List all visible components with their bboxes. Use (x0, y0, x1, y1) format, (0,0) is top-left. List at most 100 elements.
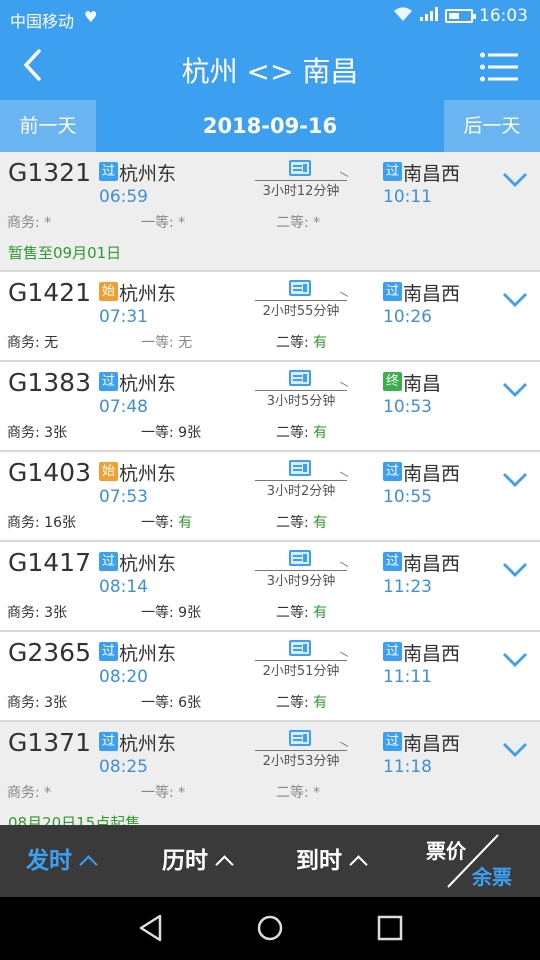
origin-type-badge: 过 (99, 162, 118, 181)
dest-station: 南昌西 (403, 163, 461, 185)
train-row[interactable]: G1417 过 杭州东 08:14 3小时9分钟 过 南昌西 11:23 商务:… (0, 542, 540, 632)
train-number: G1421 (8, 278, 91, 307)
home-circle-icon[interactable] (255, 913, 285, 943)
chevron-down-icon[interactable] (502, 376, 528, 402)
sort-remaining-button[interactable]: 余票 (472, 861, 512, 890)
train-row[interactable]: G1383 过 杭州东 07:48 3小时5分钟 终 南昌 10:53 商务: … (0, 362, 540, 452)
second-class-seat-info: 二等: 有 (276, 332, 327, 352)
chevron-down-icon[interactable] (502, 286, 528, 312)
second-class-seat-label: 二等: (276, 695, 314, 711)
clock: 16:03 (479, 6, 528, 26)
carrier-name: 中国移动 (10, 12, 75, 31)
business-seat-value: 3张 (44, 425, 68, 441)
first-class-seat-info: 一等: * (141, 212, 185, 232)
chevron-down-icon[interactable] (502, 466, 528, 492)
origin-station: 杭州东 (119, 553, 177, 575)
dest-station: 南昌西 (403, 283, 461, 305)
menu-list-icon[interactable] (480, 52, 518, 82)
sort-depart-button[interactable]: 发时 (26, 825, 98, 897)
first-class-seat-label: 一等: (141, 425, 179, 441)
business-seat-label: 商务: (7, 515, 45, 531)
business-seat-label: 商务: (7, 605, 45, 621)
arrive-time: 11:23 (383, 577, 432, 597)
depart-time: 08:25 (99, 757, 148, 777)
first-class-seat-value: * (178, 785, 186, 801)
next-day-button[interactable]: 后一天 (444, 100, 540, 152)
first-class-seat-label: 一等: (141, 785, 179, 801)
trip-duration: 3小时5分钟 (266, 394, 336, 409)
trip-duration: 3小时12分钟 (262, 184, 340, 199)
second-class-seat-info: 二等: 有 (276, 512, 327, 532)
business-seat-label: 商务: (7, 695, 45, 711)
train-number: G1417 (8, 548, 91, 577)
train-row[interactable]: G1321 过 杭州东 06:59 3小时12分钟 过 南昌西 10:11 商务… (0, 152, 540, 272)
sort-duration-button[interactable]: 历时 (162, 825, 234, 897)
arrive-time: 10:53 (383, 397, 432, 417)
chevron-down-icon[interactable] (502, 556, 528, 582)
train-info-icon (289, 640, 311, 656)
arrive-time: 11:18 (383, 757, 432, 777)
sale-notice: 暂售至09月01日 (8, 244, 122, 262)
dest-station: 南昌 (403, 373, 442, 395)
train-row[interactable]: G1371 过 杭州东 08:25 2小时53分钟 过 南昌西 11:18 商务… (0, 722, 540, 825)
train-info-icon (289, 370, 311, 386)
recents-square-icon[interactable] (375, 913, 405, 943)
chevron-up-icon (79, 855, 98, 874)
origin-station: 杭州东 (119, 283, 177, 305)
second-class-seat-value: * (313, 215, 321, 231)
dest-type-badge: 过 (383, 462, 402, 481)
second-class-seat-value: * (313, 785, 321, 801)
second-class-seat-info: 二等: * (276, 212, 320, 232)
chevron-down-icon[interactable] (502, 646, 528, 672)
dest-type-badge: 过 (383, 282, 402, 301)
sort-duration-label: 历时 (162, 848, 208, 874)
origin-type-badge: 过 (99, 732, 118, 751)
second-class-seat-label: 二等: (276, 335, 314, 351)
train-row[interactable]: G1421 始 杭州东 07:31 2小时55分钟 过 南昌西 10:26 商务… (0, 272, 540, 362)
dest-type-badge: 过 (383, 162, 402, 181)
trip-duration: 3小时9分钟 (266, 574, 336, 589)
dest-station: 南昌西 (403, 463, 461, 485)
depart-time: 07:31 (99, 307, 148, 327)
first-class-seat-info: 一等: 有 (141, 512, 192, 532)
chevron-up-icon (349, 855, 368, 874)
business-seat-label: 商务: (7, 215, 45, 231)
sale-notice: 08月20日15点起售 (8, 814, 141, 825)
train-row[interactable]: G1403 始 杭州东 07:53 3小时2分钟 过 南昌西 10:55 商务:… (0, 452, 540, 542)
first-class-seat-label: 一等: (141, 695, 179, 711)
depart-time: 08:14 (99, 577, 148, 597)
second-class-seat-label: 二等: (276, 785, 314, 801)
train-list[interactable]: G1321 过 杭州东 06:59 3小时12分钟 过 南昌西 10:11 商务… (0, 152, 540, 825)
business-seat-value: * (44, 215, 52, 231)
first-class-seat-label: 一等: (141, 605, 179, 621)
origin-type-badge: 过 (99, 642, 118, 661)
origin-station: 杭州东 (119, 643, 177, 665)
second-class-seat-label: 二等: (276, 425, 314, 441)
business-seat-value: * (44, 785, 52, 801)
second-class-seat-info: 二等: 有 (276, 422, 327, 442)
dest-type-badge: 过 (383, 732, 402, 751)
dest-station: 南昌西 (403, 733, 461, 755)
first-class-seat-info: 一等: * (141, 782, 185, 802)
signal-icon (419, 6, 439, 26)
prev-day-button[interactable]: 前一天 (0, 100, 96, 152)
date-bar: 前一天 2018-09-16 后一天 (0, 100, 540, 152)
train-row[interactable]: G2365 过 杭州东 08:20 2小时51分钟 过 南昌西 11:11 商务… (0, 632, 540, 722)
current-date[interactable]: 2018-09-16 (96, 100, 444, 152)
battery-icon (445, 9, 476, 23)
second-class-seat-value: 有 (313, 605, 328, 621)
train-number: G1371 (8, 728, 91, 757)
train-info-icon (289, 730, 311, 746)
sort-arrive-button[interactable]: 到时 (296, 825, 368, 897)
trip-duration: 2小时55分钟 (262, 304, 340, 319)
first-class-seat-value: * (178, 215, 186, 231)
business-seat-value: 无 (44, 335, 59, 351)
chevron-down-icon[interactable] (502, 166, 528, 192)
first-class-seat-value: 9张 (178, 425, 202, 441)
back-triangle-icon[interactable] (136, 913, 166, 943)
business-seat-info: 商务: * (7, 782, 51, 802)
origin-station: 杭州东 (119, 463, 177, 485)
train-number: G1383 (8, 368, 91, 397)
chevron-down-icon[interactable] (502, 736, 528, 762)
dest-station: 南昌西 (403, 643, 461, 665)
